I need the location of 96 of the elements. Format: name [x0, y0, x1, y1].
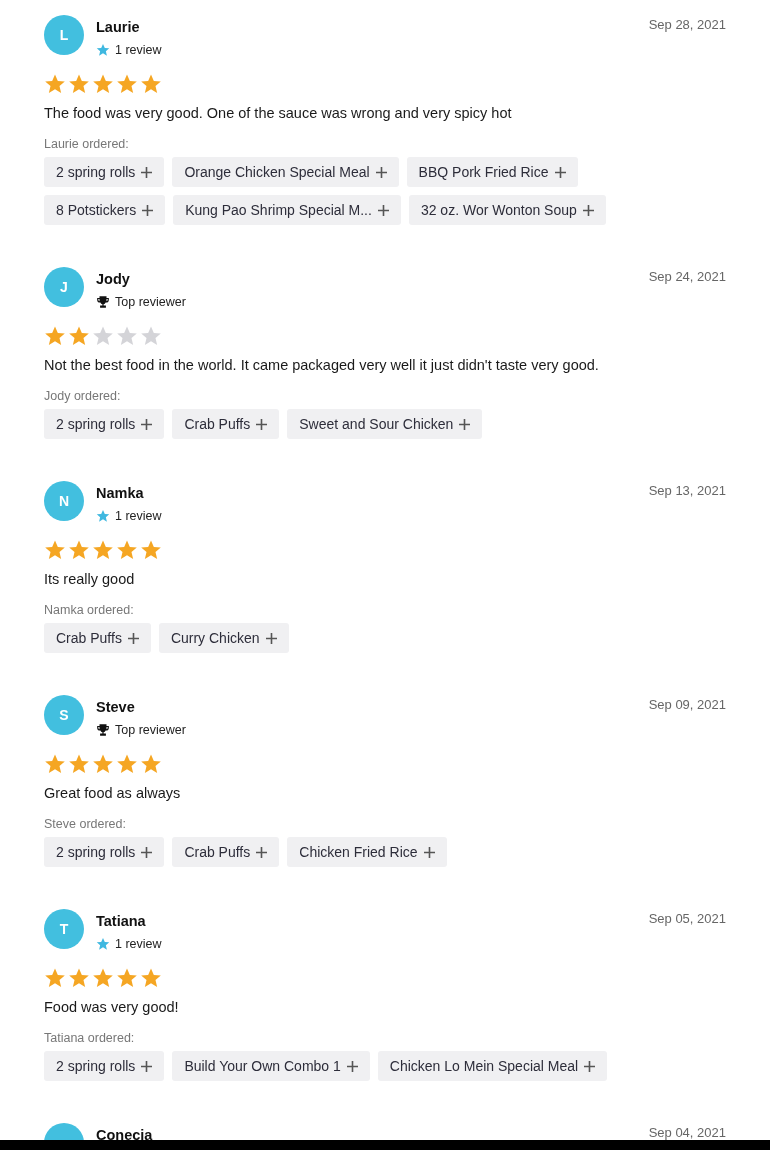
ordered-item-chip[interactable]: Kung Pao Shrimp Special M... [173, 195, 401, 225]
avatar: L [44, 15, 84, 55]
reviewer-name: Jody [96, 270, 131, 289]
ordered-label: Steve ordered: [44, 816, 127, 832]
ordered-item-chip[interactable]: Orange Chicken Special Meal [172, 157, 399, 187]
star-icon [68, 967, 90, 989]
plus-icon [423, 846, 435, 858]
plus-icon [554, 166, 566, 178]
badge-label: 1 review [115, 936, 162, 953]
reviewer-name: Laurie [96, 18, 141, 37]
ordered-item-chip[interactable]: 32 oz. Wor Wonton Soup [408, 195, 606, 225]
reviewer-name: Tatiana [96, 912, 147, 931]
trophy-icon [96, 295, 110, 309]
review-text: Great food as always [44, 784, 182, 803]
star-icon [116, 753, 138, 775]
star-icon [92, 73, 114, 95]
avatar: T [44, 909, 84, 949]
plus-icon [459, 418, 471, 430]
review-text: Its really good [44, 570, 136, 589]
ordered-label: Jody ordered: [44, 388, 122, 404]
ordered-label: Laurie ordered: [44, 136, 130, 152]
plus-icon [582, 204, 594, 216]
star-icon [140, 325, 162, 347]
star-icon [140, 967, 162, 989]
plus-icon [141, 1060, 153, 1072]
star-icon [116, 73, 138, 95]
star-icon [116, 539, 138, 561]
star-icon [96, 43, 110, 57]
plus-icon [265, 632, 277, 644]
ordered-item-chip[interactable]: 2 spring rolls [44, 409, 165, 439]
ordered-item-chip[interactable]: 2 spring rolls [44, 1051, 165, 1081]
plus-icon [141, 166, 153, 178]
reviewer-name: Namka [96, 484, 145, 503]
badge-label: 1 review [115, 42, 162, 59]
star-icon [92, 967, 114, 989]
ordered-item-chip[interactable]: Chicken Lo Mein Special Meal [377, 1051, 608, 1081]
ordered-item-chip[interactable]: Chicken Fried Rice [287, 837, 447, 867]
star-icon [116, 967, 138, 989]
avatar: S [44, 695, 84, 735]
star-icon [68, 539, 90, 561]
star-icon [140, 73, 162, 95]
review-text: Not the best food in the world. It came packaged very well it just didn't taste very good. [44, 356, 600, 375]
review-date: Sep 28, 2021 [648, 16, 726, 34]
avatar: N [44, 481, 84, 521]
review-text: Food was very good! [44, 998, 180, 1017]
plus-icon [584, 1060, 596, 1072]
review-date: Sep 24, 2021 [648, 268, 726, 286]
ordered-item-chip[interactable]: Crab Puffs [44, 623, 151, 653]
star-icon [44, 325, 66, 347]
star-icon [68, 73, 90, 95]
star-icon [96, 937, 110, 951]
star-icon [44, 753, 66, 775]
plus-icon [375, 166, 387, 178]
star-icon [92, 753, 114, 775]
plus-icon [377, 204, 389, 216]
star-icon [44, 539, 66, 561]
ordered-item-chip[interactable]: Crab Puffs [172, 837, 280, 867]
trophy-icon [96, 723, 110, 737]
star-icon [116, 325, 138, 347]
star-icon [140, 539, 162, 561]
star-icon [68, 753, 90, 775]
review-text: The food was very good. One of the sauce was wrong and very spicy hot [44, 104, 513, 123]
review-date: Sep 04, 2021 [648, 1124, 726, 1140]
plus-icon [141, 846, 153, 858]
star-icon [140, 753, 162, 775]
reviewer-name: Steve [96, 698, 136, 717]
badge-label: Top reviewer [115, 722, 186, 739]
review-date: Sep 05, 2021 [648, 910, 726, 928]
star-icon [92, 325, 114, 347]
star-icon [92, 539, 114, 561]
plus-icon [256, 418, 268, 430]
review-date: Sep 09, 2021 [648, 696, 726, 714]
star-icon [68, 325, 90, 347]
badge-label: 1 review [115, 508, 162, 525]
reviewer-name: Conecia [96, 1126, 154, 1140]
ordered-label: Tatiana ordered: [44, 1030, 136, 1046]
plus-icon [127, 632, 139, 644]
ordered-label: Namka ordered: [44, 602, 135, 618]
star-icon [44, 967, 66, 989]
star-icon [44, 73, 66, 95]
ordered-item-chip[interactable]: Sweet and Sour Chicken [287, 409, 483, 439]
star-icon [96, 509, 110, 523]
ordered-item-chip[interactable]: BBQ Pork Fried Rice [406, 157, 578, 187]
ordered-item-chip[interactable]: Curry Chicken [158, 623, 289, 653]
ordered-item-chip[interactable]: 8 Potstickers [44, 195, 166, 225]
plus-icon [346, 1060, 358, 1072]
ordered-item-chip[interactable]: Crab Puffs [172, 409, 280, 439]
ordered-item-chip[interactable]: Build Your Own Combo 1 [172, 1051, 370, 1081]
ordered-item-chip[interactable]: 2 spring rolls [44, 157, 165, 187]
review-date: Sep 13, 2021 [648, 482, 726, 500]
badge-label: Top reviewer [115, 294, 186, 311]
plus-icon [256, 846, 268, 858]
plus-icon [141, 418, 153, 430]
plus-icon [142, 204, 154, 216]
ordered-item-chip[interactable]: 2 spring rolls [44, 837, 165, 867]
avatar: J [44, 267, 84, 307]
